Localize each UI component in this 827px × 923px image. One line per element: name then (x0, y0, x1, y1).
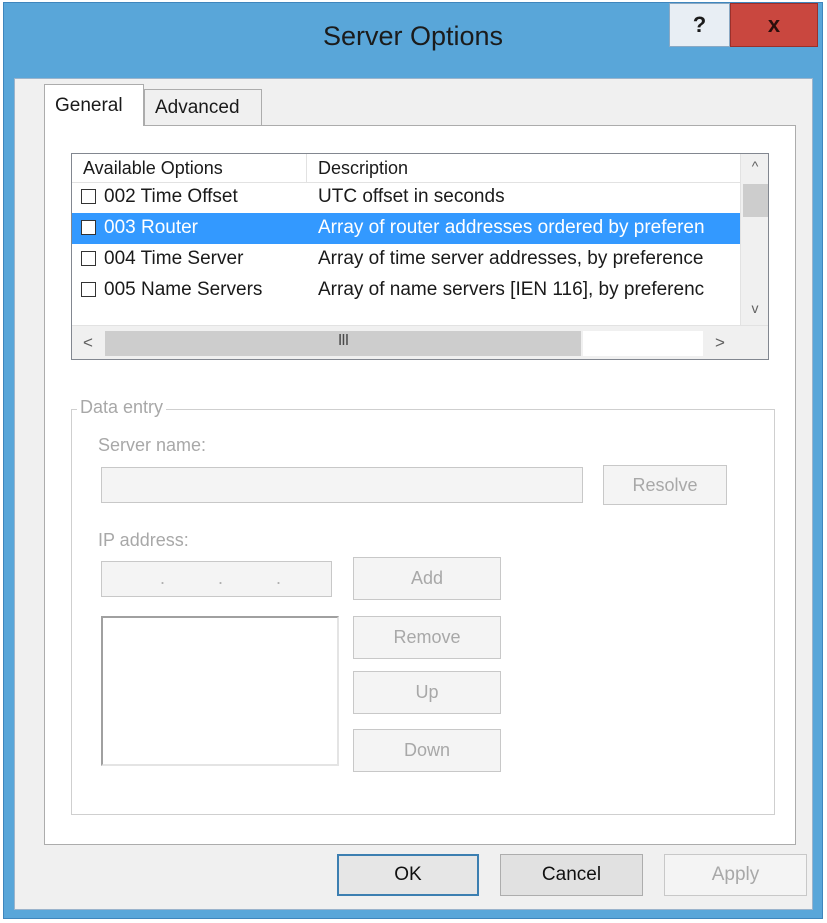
tab-general[interactable]: General (44, 84, 144, 126)
available-options-list[interactable]: Available Options Description 002 Time O… (71, 153, 769, 360)
horizontal-scroll-track[interactable] (583, 331, 703, 356)
option-name: 004 Time Server (104, 248, 244, 269)
up-button[interactable]: Up (353, 671, 501, 714)
scroll-up-icon[interactable]: ^ (741, 158, 768, 174)
data-entry-legend: Data entry (77, 397, 167, 418)
list-item-002-time-offset[interactable]: 002 Time Offset UTC offset in seconds (72, 182, 740, 213)
tab-advanced[interactable]: Advanced (144, 89, 262, 126)
down-button[interactable]: Down (353, 729, 501, 772)
column-header-available-options[interactable]: Available Options (72, 154, 307, 182)
scroll-left-icon[interactable]: < (74, 333, 102, 353)
help-icon: ? (692, 12, 707, 37)
close-icon: x (767, 12, 781, 37)
horizontal-scroll-thumb[interactable]: III (105, 331, 581, 356)
option-checkbox[interactable] (81, 189, 96, 204)
option-description: Array of time server addresses, by prefe… (318, 248, 704, 269)
option-name: 002 Time Offset (104, 186, 238, 207)
ip-address-label: IP address: (98, 530, 189, 550)
option-name: 003 Router (104, 217, 199, 238)
option-name: 005 Name Servers (104, 279, 263, 300)
ip-address-list[interactable] (101, 616, 339, 766)
horizontal-scrollbar[interactable]: < III > (72, 325, 768, 359)
dialog-body: General Advanced Available Options Descr… (14, 78, 813, 910)
option-description: Array of router addresses ordered by pre… (318, 217, 705, 238)
close-button[interactable]: x (730, 3, 818, 47)
remove-button[interactable]: Remove (353, 616, 501, 659)
scroll-down-icon[interactable]: v (741, 300, 768, 316)
server-options-dialog: Server Options ? x General Advanced Avai… (3, 2, 823, 919)
apply-button[interactable]: Apply (664, 854, 807, 896)
vertical-scroll-thumb[interactable] (743, 184, 768, 217)
add-button[interactable]: Add (353, 557, 501, 600)
help-button[interactable]: ? (669, 3, 730, 47)
scroll-right-icon[interactable]: > (706, 333, 734, 353)
option-checkbox[interactable] (81, 251, 96, 266)
list-header: Available Options Description (72, 154, 740, 183)
general-tab-panel: Available Options Description 002 Time O… (44, 125, 796, 845)
option-checkbox[interactable] (81, 220, 96, 235)
ok-button[interactable]: OK (337, 854, 479, 896)
list-item-003-router[interactable]: 003 Router Array of router addresses ord… (72, 213, 740, 244)
option-description: Array of name servers [IEN 116], by pref… (318, 279, 705, 300)
server-name-label: Server name: (98, 435, 207, 455)
cancel-button[interactable]: Cancel (500, 854, 643, 896)
list-item-004-time-server[interactable]: 004 Time Server Array of time server add… (72, 244, 740, 275)
column-header-description[interactable]: Description (307, 154, 740, 182)
list-item-005-name-servers[interactable]: 005 Name Servers Array of name servers [… (72, 275, 740, 306)
option-checkbox[interactable] (81, 282, 96, 297)
ip-address-input[interactable]: . . . (101, 561, 332, 597)
option-description: UTC offset in seconds (318, 186, 505, 207)
scroll-grip-icon: III (337, 332, 349, 349)
resolve-button[interactable]: Resolve (603, 465, 727, 505)
server-name-input[interactable] (101, 467, 583, 503)
title-bar[interactable]: Server Options ? x (4, 3, 822, 78)
vertical-scrollbar[interactable]: ^ v (740, 154, 768, 325)
